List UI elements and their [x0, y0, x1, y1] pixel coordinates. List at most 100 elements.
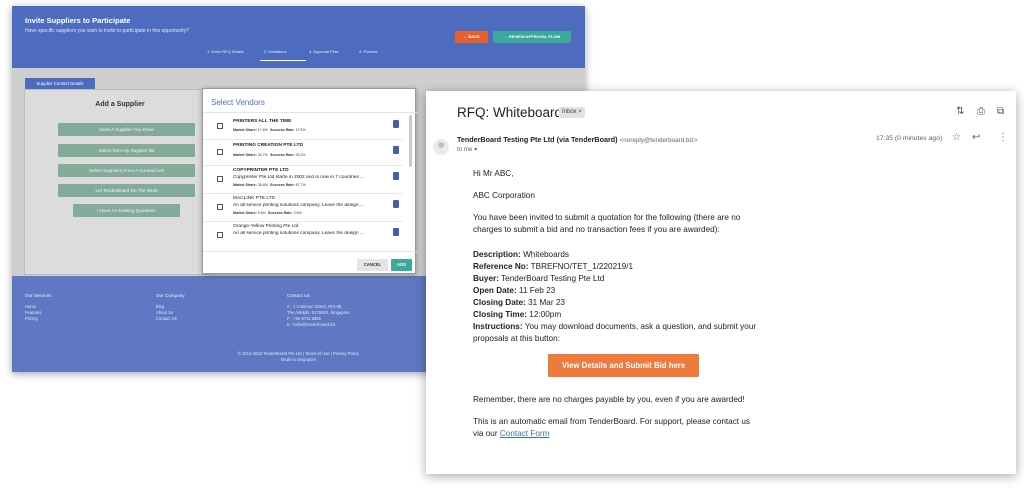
field-value: TBREFNO/TET_1/220219/1: [530, 262, 634, 271]
market-share-label: Market Share:: [233, 153, 257, 157]
sender-email: <noreply@tenderboard.biz>: [619, 137, 698, 144]
cancel-button[interactable]: CANCEL: [357, 259, 388, 271]
step-preview[interactable]: 4. Preview: [359, 49, 378, 54]
footer-link-pricing[interactable]: Pricing: [25, 316, 52, 322]
auto-email-prefix: via our: [473, 429, 500, 438]
sender-name: TenderBoard Testing Pte Ltd (via TenderB…: [457, 135, 618, 144]
vendor-list-scrollbar[interactable]: [409, 115, 412, 167]
active-step-indicator: [260, 60, 306, 61]
star-icon[interactable]: ☆: [952, 132, 961, 143]
print-icon[interactable]: ⎙: [977, 106, 985, 117]
invite-supplier-button[interactable]: Invite A Supplier You Know: [58, 123, 195, 136]
view-details-submit-bid-button[interactable]: View Details and Submit Bid here: [548, 354, 699, 377]
let-tenderboard-do-work-button[interactable]: Let TenderBoard Do The Work: [58, 184, 195, 197]
vendor-stats: Market Share: 9.6% Success Rate: 2.6%: [233, 211, 302, 215]
open-in-new-window-icon[interactable]: ⧉: [997, 106, 1004, 117]
vendor-description: Copyprinter Pte Ltd starte in 2002 and i…: [233, 175, 365, 180]
footer-company: Our Company Blog About Us Contact Us: [156, 293, 185, 322]
vendor-description: An all service printing solutions compan…: [233, 231, 364, 236]
divider: [203, 251, 417, 252]
panel-title: Add a Supplier: [95, 101, 145, 108]
step-approval-flow[interactable]: 3. Approval Flow: [309, 49, 339, 54]
field-description: Description: Whiteboards: [473, 250, 570, 259]
modal-title: Select Vendors: [211, 98, 265, 107]
review-approval-flow-button[interactable]: → REVIEW APPROVAL FLOW: [493, 31, 571, 43]
step-invitations[interactable]: 2. Invitations: [264, 49, 286, 54]
inbox-label-chip[interactable]: Inbox ×: [559, 107, 585, 118]
instructions-line-2: proposals at this button:: [473, 334, 560, 343]
market-share-value: 32.7%: [257, 153, 268, 157]
field-label: Closing Date: [473, 298, 524, 307]
select-from-supplier-list-button[interactable]: Select from my Supplier list: [58, 144, 195, 157]
select-vendors-modal: Select Vendors PRINTERS ALL THE TIME Mar…: [202, 88, 417, 274]
field-closing-date: Closing Date: 31 Mar 23: [473, 298, 565, 307]
footer-link-contact[interactable]: Contact Us: [156, 316, 185, 322]
existing-quotation-button[interactable]: I Have An Existing Quotation: [73, 204, 180, 217]
vendor-row: PRINTERS ALL THE TIME Market Share: 17.6…: [203, 114, 403, 140]
vendor-checkbox[interactable]: [217, 123, 223, 129]
vendor-name: MACLINK PTE LTD: [233, 196, 276, 201]
vendor-name: PRINTERS ALL THE TIME: [233, 119, 292, 124]
market-share-value: 17.6%: [257, 128, 268, 132]
add-supplier-panel: Add a Supplier Invite A Supplier You Kno…: [24, 89, 214, 275]
collapse-all-icon[interactable]: ⇅: [956, 106, 964, 117]
field-label: Description: [473, 250, 519, 259]
field-label: Buyer: [473, 274, 497, 283]
remember-note: Remember, there are no charges payable b…: [473, 395, 745, 404]
vendor-profile-icon[interactable]: [393, 200, 399, 208]
vendor-stats: Market Share: 17.6% Success Rate: 17.5%: [233, 128, 306, 132]
intro-line-1: You have been invited to submit a quotat…: [473, 213, 741, 222]
recipient-details-toggle[interactable]: to me ▾: [457, 146, 477, 153]
divider: [203, 112, 417, 113]
footer-services: Our Services Home Features Pricing: [25, 293, 52, 322]
vendor-checkbox[interactable]: [217, 232, 223, 238]
field-value: TenderBoard Testing Pte Ltd: [501, 274, 605, 283]
vendor-row: Orange-Yellow Printing Pte Ltd An all se…: [203, 222, 403, 250]
add-button[interactable]: ADD: [391, 259, 412, 271]
vendor-profile-icon[interactable]: [393, 146, 399, 154]
success-rate-value: 17.5%: [295, 128, 306, 132]
field-value: Whiteboards: [523, 250, 570, 259]
vendor-profile-icon[interactable]: [393, 120, 399, 128]
success-rate-value: 67.7%: [295, 183, 306, 187]
vendor-name: Orange-Yellow Printing Pte Ltd: [233, 224, 299, 229]
vendor-name: COPYPRINTER PTE LTD: [233, 168, 289, 173]
email-subject: RFQ: Whiteboards: [457, 105, 569, 120]
contact-form-link[interactable]: Contact Form: [500, 429, 550, 438]
recipient-company: ABC Corporation: [473, 191, 535, 200]
auto-email-line-2: via our Contact Form: [473, 428, 549, 440]
field-open-date: Open Date: 11 Feb 23: [473, 286, 556, 295]
step-enter-rfq-details[interactable]: 1. Enter RFQ Details: [207, 49, 244, 54]
select-curated-suppliers-button[interactable]: Select Suppliers From A Curated List: [58, 164, 195, 177]
field-closing-time: Closing Time: 12:00pm: [473, 310, 562, 319]
footer-email[interactable]: E : hello@tenderboard.biz: [287, 322, 350, 328]
vendor-stats: Market Share: 36.8% Success Rate: 67.7%: [233, 183, 306, 187]
vendor-profile-icon[interactable]: [393, 228, 399, 236]
intro-line-2: charges to submit a bid and no transacti…: [473, 225, 720, 234]
field-buyer: Buyer: TenderBoard Testing Pte Ltd: [473, 274, 605, 283]
field-value: 31 Mar 23: [528, 298, 565, 307]
greeting: Hi Mr ABC,: [473, 169, 514, 178]
vendor-checkbox[interactable]: [217, 176, 223, 182]
back-button[interactable]: ← BACK: [455, 31, 488, 43]
success-rate-label: Success Rate:: [269, 153, 295, 157]
more-options-icon[interactable]: ⋮: [998, 132, 1008, 143]
field-value: 11 Feb 23: [518, 286, 556, 295]
vendor-description: An all service printing solutions compan…: [233, 203, 364, 208]
instructions-line-1: Instructions: You may download documents…: [473, 322, 757, 331]
vendor-row: PRINTING CREATION PTE LTD Market Share: …: [203, 140, 403, 166]
field-value: 12:00pm: [529, 310, 562, 319]
email-window: RFQ: Whiteboards Inbox × ⇅ ⎙ ⧉ TenderBoa…: [426, 91, 1016, 474]
footer-services-title: Our Services: [25, 293, 52, 298]
vendor-checkbox[interactable]: [217, 149, 223, 155]
vendor-row: MACLINK PTE LTD An all service printing …: [203, 194, 403, 222]
instructions-label: Instructions: [473, 322, 520, 331]
wizard-steps: 1. Enter RFQ Details 2. Invitations 3. A…: [207, 49, 407, 61]
email-timestamp: 17:35 (0 minutes ago): [876, 135, 943, 142]
market-share-value: 9.6%: [257, 211, 266, 215]
reply-icon[interactable]: ↩: [972, 132, 980, 143]
vendor-checkbox[interactable]: [217, 204, 223, 210]
vendor-profile-icon[interactable]: [393, 172, 399, 180]
vendor-stats: Market Share: 32.7% Success Rate: 33.2%: [233, 153, 306, 157]
market-share-label: Market Share:: [233, 128, 257, 132]
